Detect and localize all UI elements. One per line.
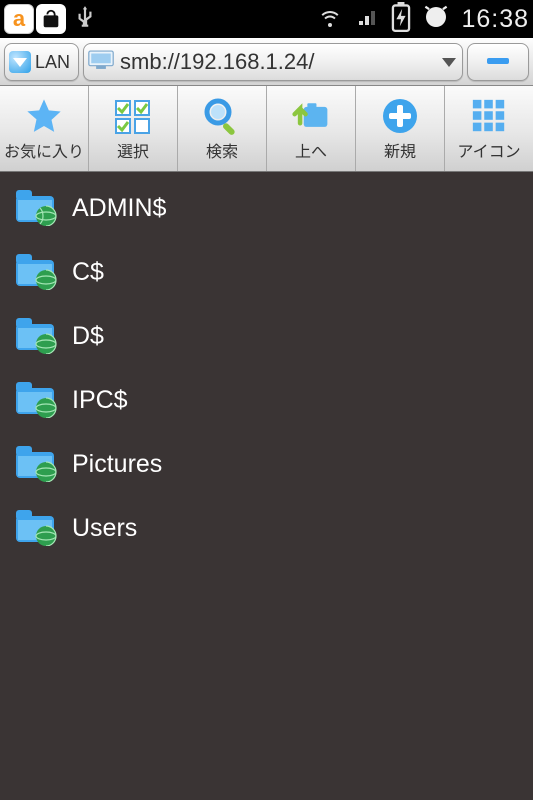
signal-icon [355, 5, 381, 34]
wifi-icon [315, 5, 345, 34]
network-folder-icon [14, 250, 58, 295]
file-name: Users [72, 514, 137, 543]
list-item[interactable]: C$ [0, 240, 533, 304]
connection-selector[interactable]: LAN [4, 43, 79, 81]
search-icon [202, 96, 242, 136]
network-folder-icon [14, 506, 58, 551]
minimize-icon [485, 53, 511, 71]
up-button[interactable]: 上へ [267, 86, 356, 171]
alarm-icon [421, 2, 451, 37]
file-list: ADMIN$ C$ D$ IPC$ Pictures Users [0, 172, 533, 800]
toolbar-label: 新規 [384, 138, 416, 162]
file-name: ADMIN$ [72, 194, 166, 223]
list-item[interactable]: Users [0, 496, 533, 560]
list-item[interactable]: IPC$ [0, 368, 533, 432]
star-icon [24, 96, 64, 136]
network-folder-icon [14, 442, 58, 487]
list-item[interactable]: Pictures [0, 432, 533, 496]
path-field[interactable]: smb://192.168.1.24/ [83, 43, 463, 81]
minimize-button[interactable] [467, 43, 529, 81]
up-arrow-icon [291, 96, 331, 136]
plus-icon [380, 96, 420, 136]
toolbar-label: 選択 [117, 138, 149, 162]
network-folder-icon [14, 378, 58, 423]
toolbar: お気に入り 選択 検索 [0, 86, 533, 172]
address-bar: LAN smb://192.168.1.24/ [0, 38, 533, 86]
select-button[interactable]: 選択 [89, 86, 178, 171]
toolbar-label: 上へ [295, 138, 327, 162]
file-name: D$ [72, 322, 104, 351]
toolbar-label: アイコン [457, 138, 520, 162]
checklist-icon [113, 96, 153, 136]
new-button[interactable]: 新規 [356, 86, 445, 171]
unlock-icon [36, 4, 66, 34]
search-button[interactable]: 検索 [178, 86, 267, 171]
grid-icon [469, 96, 509, 136]
usb-icon [72, 1, 98, 38]
favorites-button[interactable]: お気に入り [0, 86, 89, 171]
network-folder-icon [14, 186, 58, 231]
dropdown-icon [9, 51, 31, 73]
path-text: smb://192.168.1.24/ [120, 49, 436, 75]
viewmode-button[interactable]: アイコン [445, 86, 533, 171]
network-folder-icon [14, 314, 58, 359]
status-clock: 16:38 [461, 5, 529, 34]
connection-label: LAN [35, 52, 70, 73]
file-name: IPC$ [72, 386, 128, 415]
notification-app-a-icon[interactable]: a [4, 4, 34, 34]
chevron-down-icon[interactable] [442, 58, 456, 67]
status-bar: a 16:38 [0, 0, 533, 38]
file-name: C$ [72, 258, 104, 287]
list-item[interactable]: ADMIN$ [0, 176, 533, 240]
toolbar-label: お気に入り [4, 138, 84, 162]
battery-icon [391, 2, 411, 37]
list-item[interactable]: D$ [0, 304, 533, 368]
toolbar-label: 検索 [206, 138, 238, 162]
computer-icon [88, 49, 114, 76]
file-name: Pictures [72, 450, 162, 479]
